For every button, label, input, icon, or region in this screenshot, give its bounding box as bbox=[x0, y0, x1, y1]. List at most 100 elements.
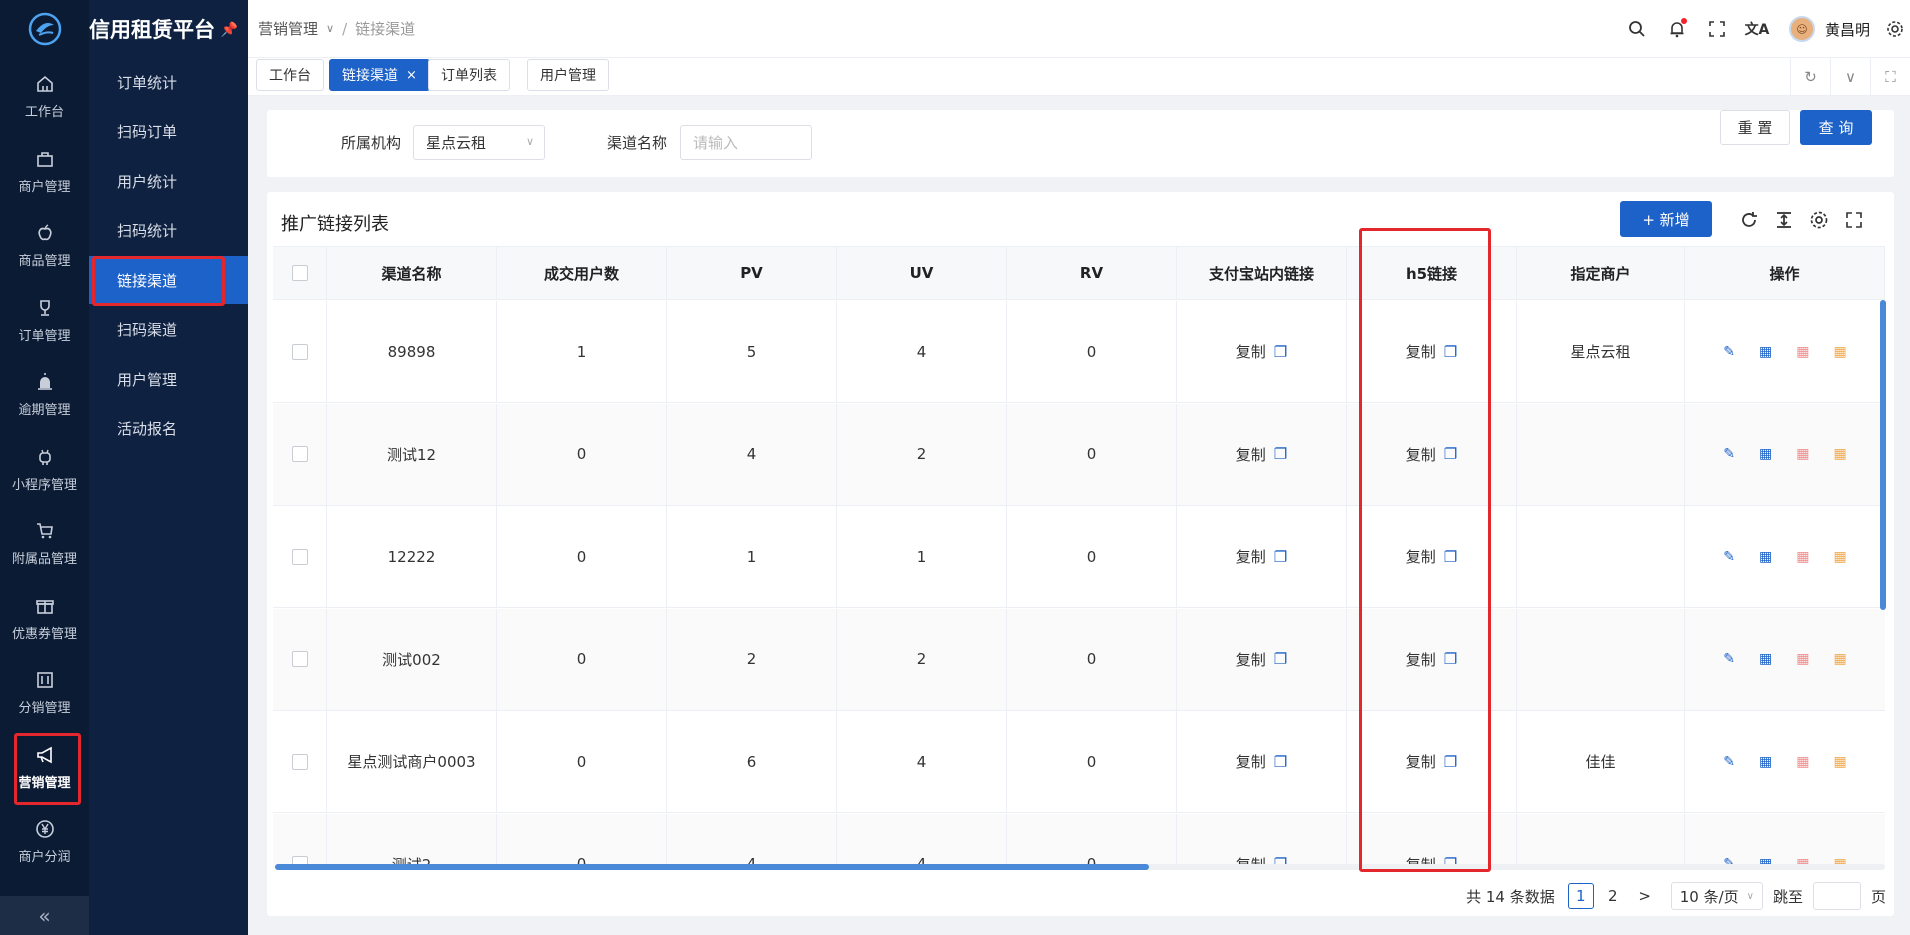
tab[interactable]: 工作台 bbox=[256, 59, 324, 91]
gear-icon[interactable] bbox=[1880, 20, 1910, 38]
table-row: 89898 1 5 4 0 复制 ❐ 复制 ❐ 星点云租 ✎ ▦ ▦ ▦ bbox=[273, 301, 1885, 403]
search-icon[interactable] bbox=[1617, 20, 1657, 38]
org-label: 所属机构 bbox=[341, 134, 402, 152]
qrcode-icon[interactable]: ▦ bbox=[1759, 344, 1772, 360]
qrcode-icon[interactable]: ▦ bbox=[1759, 549, 1772, 565]
avatar[interactable]: ☺ bbox=[1788, 16, 1815, 42]
rail-item[interactable]: 分销管理 bbox=[0, 656, 89, 730]
tab[interactable]: 订单列表 bbox=[428, 59, 510, 91]
chevron-down-icon[interactable]: ∨ bbox=[1830, 58, 1870, 96]
page-size-select[interactable]: 10 条/页 ∨ bbox=[1670, 882, 1763, 910]
rail-item[interactable]: 小程序管理 bbox=[0, 433, 89, 507]
query-button[interactable]: 查 询 bbox=[1800, 110, 1872, 145]
collapse-sidebar-button[interactable]: « bbox=[0, 896, 89, 935]
row-checkbox[interactable] bbox=[291, 651, 308, 667]
rail-item[interactable]: 商品管理 bbox=[0, 209, 89, 283]
rail-item[interactable]: 优惠券管理 bbox=[0, 582, 89, 656]
qrcode-red-icon[interactable]: ▦ bbox=[1796, 651, 1809, 667]
channel-name-label: 渠道名称 bbox=[607, 134, 668, 152]
submenu-item[interactable]: 扫码渠道 bbox=[89, 306, 248, 354]
breadcrumb-parent[interactable]: 营销管理 bbox=[258, 18, 318, 39]
copy-alipay-link-button[interactable]: 复制 ❐ bbox=[1236, 649, 1287, 670]
submenu-item[interactable]: 用户管理 bbox=[89, 355, 248, 403]
refresh-tab-icon[interactable]: ↻ bbox=[1790, 58, 1830, 96]
rail-item-label: 逾期管理 bbox=[18, 403, 71, 418]
edit-icon[interactable]: ✎ bbox=[1723, 754, 1735, 770]
edit-icon[interactable]: ✎ bbox=[1723, 549, 1735, 565]
vertical-scrollbar[interactable] bbox=[1880, 300, 1886, 860]
edit-icon[interactable]: ✎ bbox=[1723, 651, 1735, 667]
refresh-icon[interactable] bbox=[1735, 206, 1763, 234]
copy-alipay-link-button[interactable]: 复制 ❐ bbox=[1236, 341, 1287, 362]
channel-name-input[interactable] bbox=[680, 125, 812, 160]
rail-item[interactable]: 逾期管理 bbox=[0, 358, 89, 432]
rail-item[interactable]: 工作台 bbox=[0, 60, 89, 134]
maximize-icon[interactable]: ⛶ bbox=[1870, 58, 1910, 96]
close-icon[interactable]: × bbox=[406, 68, 417, 83]
tab[interactable]: 链接渠道 × bbox=[329, 59, 430, 91]
chevron-down-icon[interactable]: ∨ bbox=[326, 22, 334, 35]
qrcode-orange-icon[interactable]: ▦ bbox=[1833, 549, 1846, 565]
org-select[interactable]: 星点云租 ∨ bbox=[413, 125, 545, 160]
user-name[interactable]: 黄昌明 bbox=[1825, 19, 1870, 40]
density-icon[interactable] bbox=[1770, 206, 1798, 234]
copy-h5-link-button[interactable]: 复制 ❐ bbox=[1406, 751, 1457, 772]
rail-item[interactable]: 商户管理 bbox=[0, 135, 89, 209]
deal-users-cell: 0 bbox=[497, 813, 667, 868]
qrcode-red-icon[interactable]: ▦ bbox=[1796, 344, 1809, 360]
copy-alipay-link-button[interactable]: 复制 ❐ bbox=[1236, 751, 1287, 772]
rail-item[interactable]: 订单管理 bbox=[0, 284, 89, 358]
fullscreen-icon[interactable] bbox=[1697, 20, 1737, 38]
copy-h5-link-button[interactable]: 复制 ❐ bbox=[1406, 649, 1457, 670]
submenu-item[interactable]: 用户统计 bbox=[89, 157, 248, 205]
add-button[interactable]: + 新增 bbox=[1620, 201, 1712, 237]
next-page-button[interactable]: > bbox=[1632, 883, 1658, 909]
alipay-link-cell: 复制 ❐ bbox=[1177, 403, 1347, 505]
row-checkbox[interactable] bbox=[291, 446, 308, 462]
page-number-button[interactable]: 1 bbox=[1567, 883, 1594, 909]
submenu-item[interactable]: 订单统计 bbox=[89, 58, 248, 106]
rail-item[interactable]: 附属品管理 bbox=[0, 507, 89, 581]
tab[interactable]: 用户管理 bbox=[527, 59, 609, 91]
submenu-item[interactable]: 链接渠道 bbox=[89, 256, 248, 306]
qrcode-icon[interactable]: ▦ bbox=[1759, 651, 1772, 667]
submenu-item[interactable]: 活动报名 bbox=[89, 405, 248, 453]
row-checkbox[interactable] bbox=[291, 548, 308, 565]
qrcode-orange-icon[interactable]: ▦ bbox=[1833, 754, 1846, 770]
rail-item[interactable]: 营销管理 bbox=[0, 731, 89, 805]
copy-h5-link-button[interactable]: 复制 ❐ bbox=[1406, 444, 1457, 465]
edit-icon[interactable]: ✎ bbox=[1723, 344, 1735, 360]
horizontal-scrollbar[interactable] bbox=[275, 864, 1885, 870]
copy-alipay-link-button[interactable]: 复制 ❐ bbox=[1236, 444, 1287, 465]
row-checkbox[interactable] bbox=[291, 753, 308, 770]
column-settings-icon[interactable] bbox=[1805, 206, 1833, 234]
qrcode-orange-icon[interactable]: ▦ bbox=[1833, 446, 1846, 462]
page-number-button[interactable]: 2 bbox=[1600, 883, 1626, 909]
row-checkbox[interactable] bbox=[291, 343, 308, 360]
qrcode-red-icon[interactable]: ▦ bbox=[1796, 446, 1809, 462]
qrcode-icon[interactable]: ▦ bbox=[1759, 446, 1772, 462]
copy-h5-link-button[interactable]: 复制 ❐ bbox=[1406, 341, 1457, 362]
edit-icon[interactable]: ✎ bbox=[1723, 446, 1735, 462]
expand-icon[interactable] bbox=[1840, 206, 1868, 234]
qrcode-red-icon[interactable]: ▦ bbox=[1796, 754, 1809, 770]
submenu-item[interactable]: 扫码订单 bbox=[89, 108, 248, 156]
translate-icon[interactable]: 文A bbox=[1737, 19, 1777, 39]
shop-icon bbox=[35, 149, 55, 169]
bell-icon[interactable] bbox=[1657, 18, 1697, 38]
submenu-item[interactable]: 扫码统计 bbox=[89, 207, 248, 255]
row-select-cell bbox=[273, 403, 327, 505]
rail-item[interactable]: 商户分润 bbox=[0, 805, 89, 879]
pin-icon[interactable]: 📌 bbox=[221, 22, 238, 38]
copy-h5-link-button[interactable]: 复制 ❐ bbox=[1406, 546, 1457, 567]
qrcode-orange-icon[interactable]: ▦ bbox=[1833, 651, 1846, 667]
select-all-checkbox[interactable] bbox=[291, 265, 308, 281]
column-header: PV bbox=[667, 247, 837, 299]
qrcode-icon[interactable]: ▦ bbox=[1759, 754, 1772, 770]
jump-page-input[interactable] bbox=[1812, 882, 1861, 910]
qrcode-orange-icon[interactable]: ▦ bbox=[1833, 344, 1846, 360]
qrcode-red-icon[interactable]: ▦ bbox=[1796, 549, 1809, 565]
active-highlight bbox=[14, 732, 81, 805]
copy-alipay-link-button[interactable]: 复制 ❐ bbox=[1236, 546, 1287, 567]
reset-button[interactable]: 重 置 bbox=[1720, 110, 1790, 145]
